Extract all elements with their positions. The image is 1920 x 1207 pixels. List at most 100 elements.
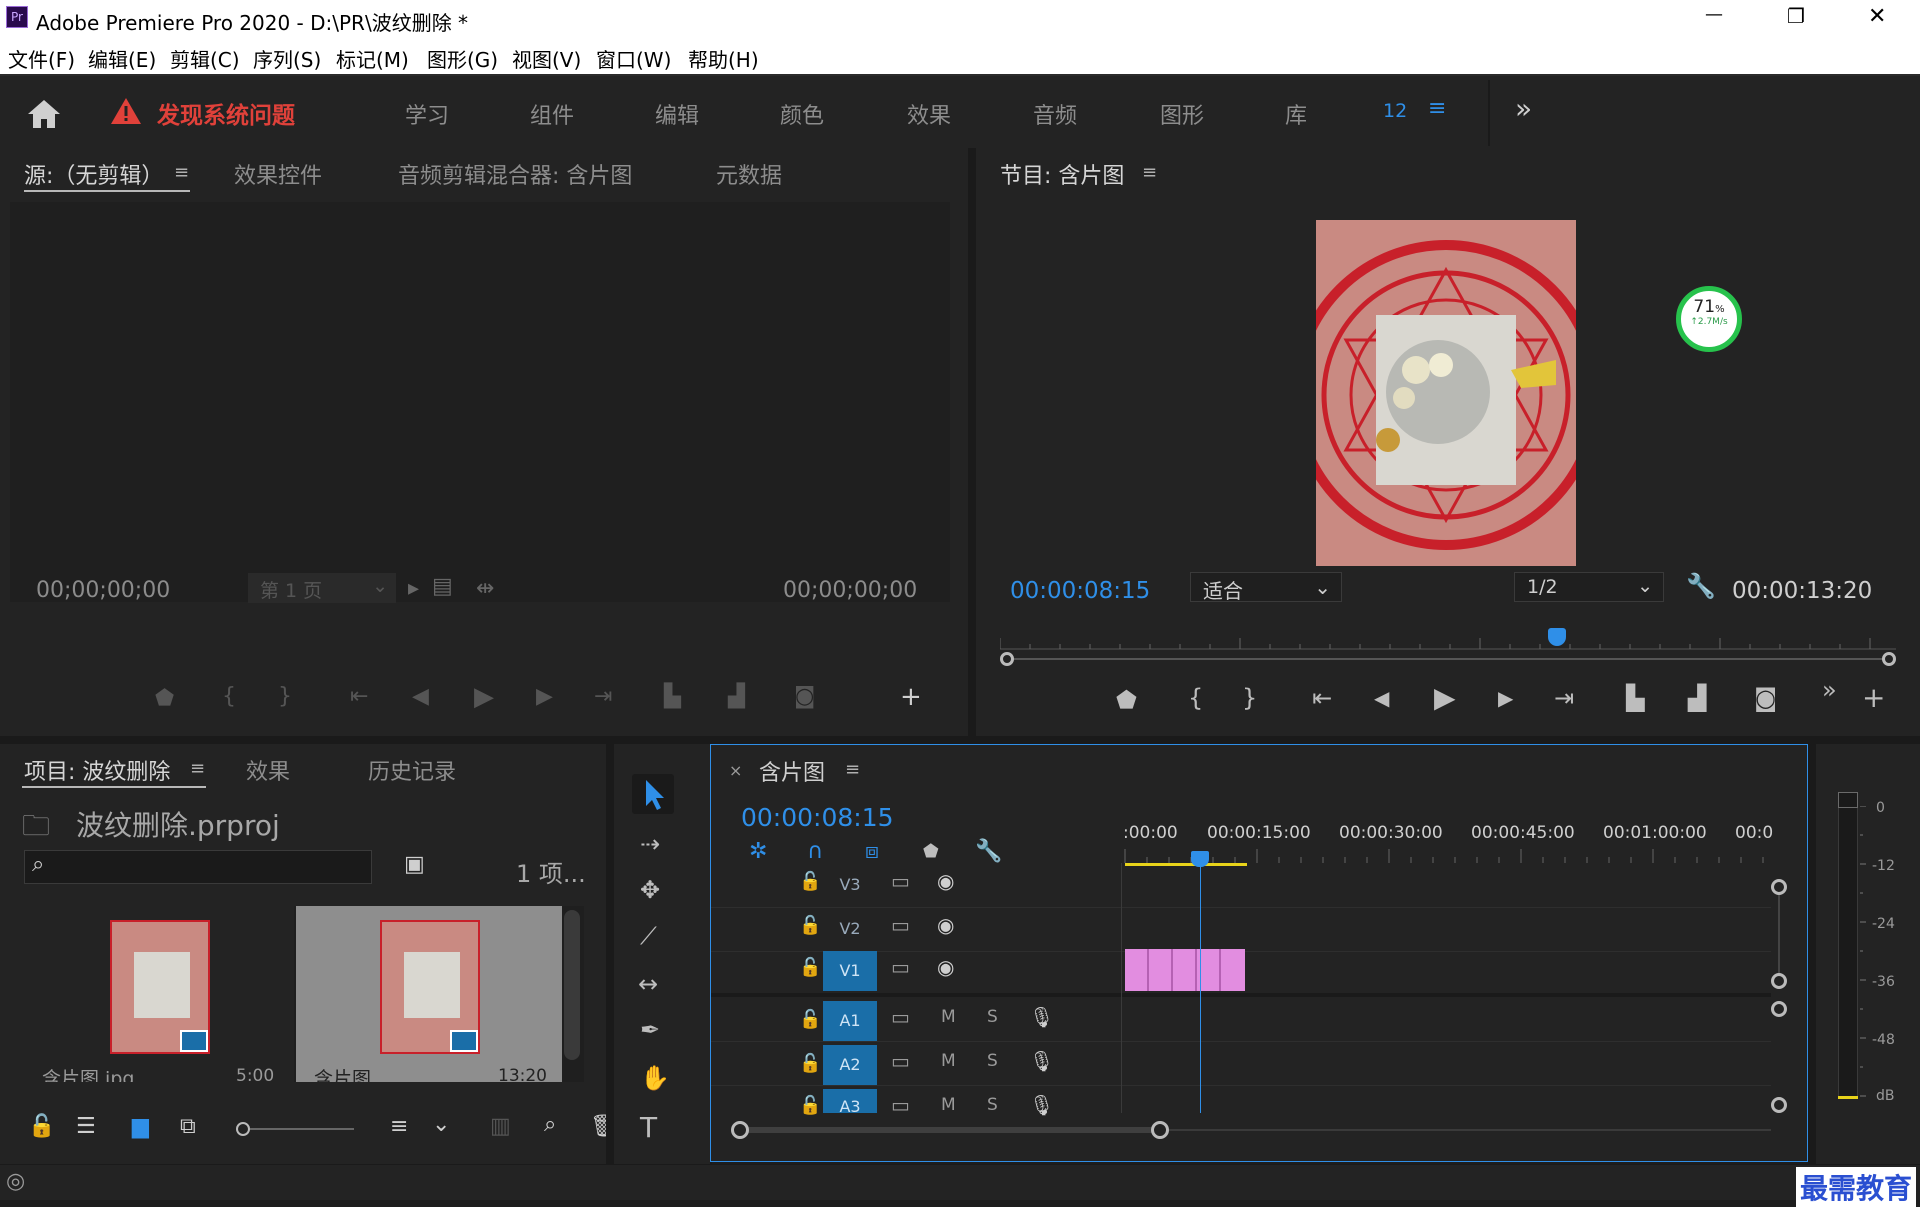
v1-clip[interactable] [1125,949,1245,991]
step-back-icon[interactable]: ◀ [1374,688,1389,708]
overflow-icon[interactable]: » [1822,678,1837,702]
workspace-tab-graphics[interactable]: 图形 [1160,98,1204,130]
play-icon[interactable]: ▶ [474,684,494,710]
pen-tool[interactable]: ✒ [640,1018,660,1042]
sort-icon[interactable]: ≡ [390,1116,408,1138]
slip-tool[interactable]: ↔ [638,972,658,996]
sequence-menu-icon[interactable]: ≡ [845,759,860,780]
mark-out-icon[interactable]: } [1242,686,1257,710]
track-v2-label[interactable]: V2 [823,909,877,949]
program-menu-icon[interactable]: ≡ [1142,162,1157,183]
type-tool[interactable]: T [640,1114,657,1142]
add-marker-icon[interactable]: ⬟ [155,688,174,710]
mute-button[interactable]: M [941,1097,956,1114]
go-to-in-icon[interactable]: ⇤ [350,686,368,708]
go-to-in-icon[interactable]: ⇤ [1312,686,1332,710]
project-search-input[interactable] [24,850,372,884]
solo-button[interactable]: S [987,1053,998,1070]
freeform-view-icon[interactable]: ⧉ [180,1116,196,1138]
system-issue-alert[interactable]: 发现系统问题 [157,96,295,130]
mute-button[interactable]: M [941,1053,956,1070]
slider-handle[interactable] [236,1122,250,1136]
workspace-overflow-icon[interactable]: » [1515,92,1532,125]
timeline-ruler[interactable]: :00:00 00:00:15:00 00:00:30:00 00:00:45:… [1123,823,1783,867]
step-forward-icon[interactable]: ▶ [1498,688,1513,708]
workspace-menu-icon[interactable]: ≡ [1428,96,1446,121]
thumbnail-size-slider[interactable] [236,1122,356,1136]
program-title[interactable]: 节目: 含片图 [1000,158,1124,190]
zoom-handle-left[interactable] [1000,652,1014,666]
track-lock-icon[interactable]: 🔓 [799,917,821,935]
selection-tool[interactable] [632,774,674,814]
list-view-icon[interactable]: ☰ [76,1116,96,1138]
add-marker-icon[interactable]: ⬟ [1116,688,1137,712]
track-lock-icon[interactable]: 🔓 [799,959,821,977]
mark-out-icon[interactable]: } [278,686,292,708]
razor-tool[interactable]: ⟋ [640,924,657,948]
fit-select[interactable]: 适合 ⌄ [1190,572,1342,603]
step-forward-icon[interactable]: ▶ [536,686,553,708]
close-button[interactable]: ✕ [1868,4,1886,29]
program-zoom-bar[interactable] [1000,652,1896,666]
workspace-tab-learn[interactable]: 学习 [405,98,449,130]
source-menu-icon[interactable]: ≡ [174,162,189,183]
timeline-horizontal-scroll[interactable] [731,1121,1781,1139]
track-a1-label[interactable]: A1 [823,1001,877,1041]
restore-button[interactable]: ❐ [1787,4,1805,28]
source-page-select[interactable]: 第 1 页 ⌄ [248,573,396,603]
minimize-button[interactable]: — [1705,4,1723,25]
track-lock-icon[interactable]: 🔓 [799,873,821,891]
sequence-tab[interactable]: 含片图 [759,755,825,787]
tab-history[interactable]: 历史记录 [368,754,456,786]
sync-lock-icon[interactable]: ▭ [891,1095,910,1115]
workspace-tab-editing[interactable]: 编辑 [655,98,699,130]
project-scrollbar[interactable] [564,910,580,1060]
overwrite-icon[interactable]: ▟ [728,686,745,708]
find-icon[interactable]: ⌕ [544,1114,556,1136]
track-select-tool[interactable]: ⇢ [640,832,660,856]
audio-scroll-handle-bottom[interactable] [1771,1097,1787,1113]
workspace-tab-color[interactable]: 颜色 [780,98,824,130]
menu-window[interactable]: 窗口(W) [596,44,671,73]
tab-metadata[interactable]: 元数据 [716,158,782,190]
workspace-tab-assembly[interactable]: 组件 [530,98,574,130]
eye-icon[interactable]: ◉ [937,957,954,977]
scroll-handle-left[interactable] [731,1121,749,1139]
timeline-timecode[interactable]: 00:00:08:15 [741,803,894,832]
video-scroll-handle-top[interactable] [1771,879,1787,895]
lift-icon[interactable]: ▙ [1626,686,1644,710]
eye-icon[interactable]: ◉ [937,871,954,891]
menu-marker[interactable]: 标记(M) [336,44,409,73]
hand-tool[interactable]: ✋ [640,1066,670,1090]
source-timecode-in[interactable]: 00;00;00;00 [36,578,170,603]
home-icon[interactable] [26,98,62,130]
quality-select[interactable]: 1/2 ⌄ [1514,572,1664,602]
insert-icon[interactable]: ▙ [664,686,681,708]
track-lock-icon[interactable]: 🔓 [799,1097,821,1115]
track-v3-label[interactable]: V3 [823,865,877,905]
menu-clip[interactable]: 剪辑(C) [170,44,240,73]
zoom-handle-right[interactable] [1882,652,1896,666]
close-sequence-icon[interactable]: × [729,761,742,780]
add-button-icon[interactable]: + [900,684,922,710]
camera-icon[interactable]: ◙ [794,686,815,708]
sync-lock-icon[interactable]: ▭ [891,915,910,935]
menu-help[interactable]: 帮助(H) [688,44,759,73]
audio-scroll-handle-top[interactable] [1771,1001,1787,1017]
sync-lock-icon[interactable]: ▭ [891,1007,910,1027]
sync-lock-icon[interactable]: ▭ [891,1051,910,1071]
eye-icon[interactable]: ◉ [937,915,954,935]
workspace-tab-libraries[interactable]: 库 [1285,98,1307,130]
menu-edit[interactable]: 编辑(E) [88,44,156,73]
tab-effects[interactable]: 效果 [246,754,290,786]
add-button-icon[interactable]: + [1862,684,1885,712]
icon-view-icon[interactable]: ▆ [132,1116,149,1138]
timeline-settings-icon[interactable]: 🔧 [975,841,1002,863]
workspace-count[interactable]: 12 [1383,100,1407,122]
workspace-tab-effects[interactable]: 效果 [907,98,951,130]
microphone-icon[interactable]: 🎙 [1029,1007,1054,1027]
microphone-icon[interactable]: 🎙 [1029,1051,1054,1071]
step-back-icon[interactable]: ◀ [412,686,429,708]
video-scroll-handle-bottom[interactable] [1771,973,1787,989]
play-icon[interactable]: ▶ [1434,684,1456,712]
